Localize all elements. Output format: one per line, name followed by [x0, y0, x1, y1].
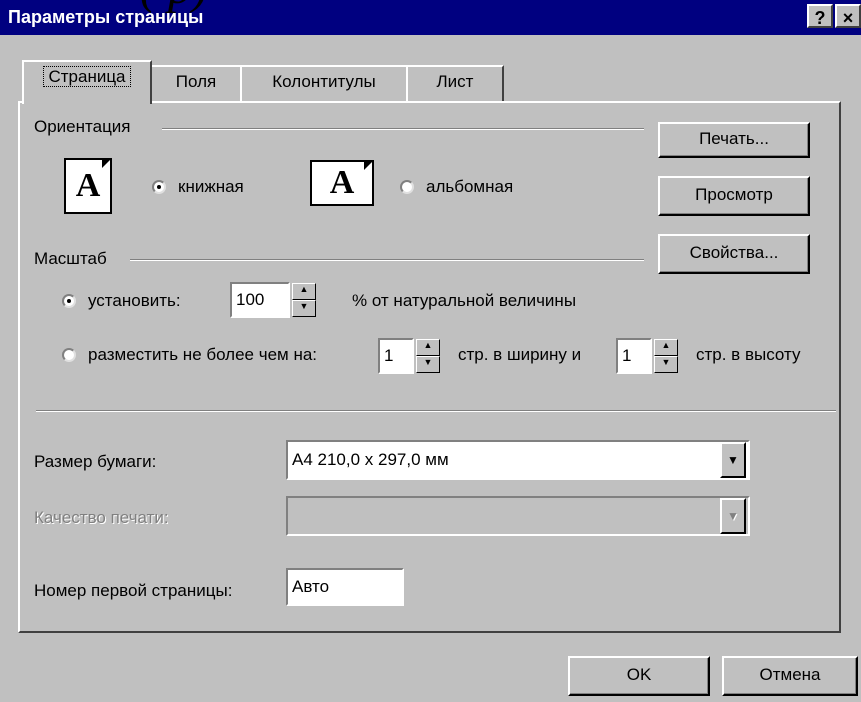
- portrait-radio-dot: [157, 185, 161, 189]
- tab-page[interactable]: Страница: [22, 60, 152, 104]
- landscape-page-icon: A: [310, 160, 374, 206]
- portrait-label[interactable]: книжная: [178, 177, 244, 197]
- portrait-icon-letter: A: [75, 167, 101, 204]
- fit-wide-suffix: стр. в ширину и: [458, 345, 582, 364]
- fit-tall-spinner[interactable]: ▲ ▼: [654, 339, 678, 373]
- fit-tall-suffix: стр. в высоту: [696, 345, 801, 364]
- portrait-radio[interactable]: [152, 180, 166, 194]
- spin-down-icon[interactable]: ▼: [654, 356, 678, 373]
- scale-divider: [130, 259, 644, 261]
- cancel-button[interactable]: Отмена: [722, 656, 858, 696]
- print-button[interactable]: Печать...: [658, 122, 810, 158]
- fit-wide-spinner[interactable]: ▲ ▼: [416, 339, 440, 373]
- landscape-icon-fold: [364, 160, 374, 170]
- print-quality-label: Качество печати:: [34, 508, 169, 527]
- caption-fragment: ( р): [140, 0, 208, 12]
- fit-tall-input[interactable]: 1: [616, 338, 652, 374]
- adjust-to-label[interactable]: установить:: [88, 291, 181, 311]
- fit-to-label[interactable]: разместить не более чем на:: [88, 345, 317, 365]
- adjust-to-suffix: % от натуральной величины: [352, 291, 577, 310]
- ok-button[interactable]: OK: [568, 656, 710, 696]
- tab-page-label: Страница: [43, 66, 131, 87]
- spin-down-icon[interactable]: ▼: [292, 300, 316, 317]
- print-quality-dropdown-icon: ▼: [720, 498, 746, 534]
- tab-sheet[interactable]: Лист: [406, 65, 504, 101]
- landscape-label[interactable]: альбомная: [426, 177, 513, 197]
- adjust-to-radio-dot: [67, 299, 71, 303]
- help-button[interactable]: ?: [807, 4, 833, 28]
- adjust-to-spinner[interactable]: ▲ ▼: [292, 283, 316, 317]
- tab-margins[interactable]: Поля: [150, 65, 242, 101]
- close-button[interactable]: ×: [835, 4, 861, 28]
- spin-down-icon[interactable]: ▼: [416, 356, 440, 373]
- print-quality-select: [286, 496, 750, 536]
- landscape-icon-letter: A: [329, 164, 355, 201]
- spin-up-icon[interactable]: ▲: [416, 339, 440, 356]
- tab-header-footer[interactable]: Колонтитулы: [240, 65, 408, 101]
- tab-margins-label: Поля: [175, 72, 217, 91]
- paper-size-dropdown-icon[interactable]: ▼: [720, 442, 746, 478]
- spin-up-icon[interactable]: ▲: [292, 283, 316, 300]
- adjust-to-input[interactable]: 100: [230, 282, 290, 318]
- page-setup-dialog: Параметры страницы ? × Страница Поля Кол…: [0, 0, 861, 702]
- paper-size-select[interactable]: А4 210,0 x 297,0 мм: [286, 440, 750, 480]
- orientation-heading: Ориентация: [34, 117, 131, 136]
- adjust-to-radio[interactable]: [62, 294, 76, 308]
- landscape-radio[interactable]: [400, 180, 414, 194]
- tab-sheet-label: Лист: [436, 72, 474, 91]
- fit-to-radio[interactable]: [62, 348, 76, 362]
- paper-size-label: Размер бумаги:: [34, 452, 157, 471]
- fit-wide-input[interactable]: 1: [378, 338, 414, 374]
- scale-heading: Масштаб: [34, 249, 107, 268]
- preview-button[interactable]: Просмотр: [658, 176, 810, 216]
- tab-header-footer-label: Колонтитулы: [272, 72, 376, 91]
- section-separator: [36, 410, 836, 412]
- properties-button[interactable]: Свойства...: [658, 234, 810, 274]
- portrait-page-icon: A: [64, 158, 112, 214]
- title-bar: Параметры страницы ? ×: [0, 0, 861, 35]
- first-page-number-input[interactable]: Авто: [286, 568, 404, 606]
- portrait-icon-fold: [102, 158, 112, 168]
- orientation-divider: [162, 128, 644, 130]
- first-page-number-label: Номер первой страницы:: [34, 581, 233, 600]
- spin-up-icon[interactable]: ▲: [654, 339, 678, 356]
